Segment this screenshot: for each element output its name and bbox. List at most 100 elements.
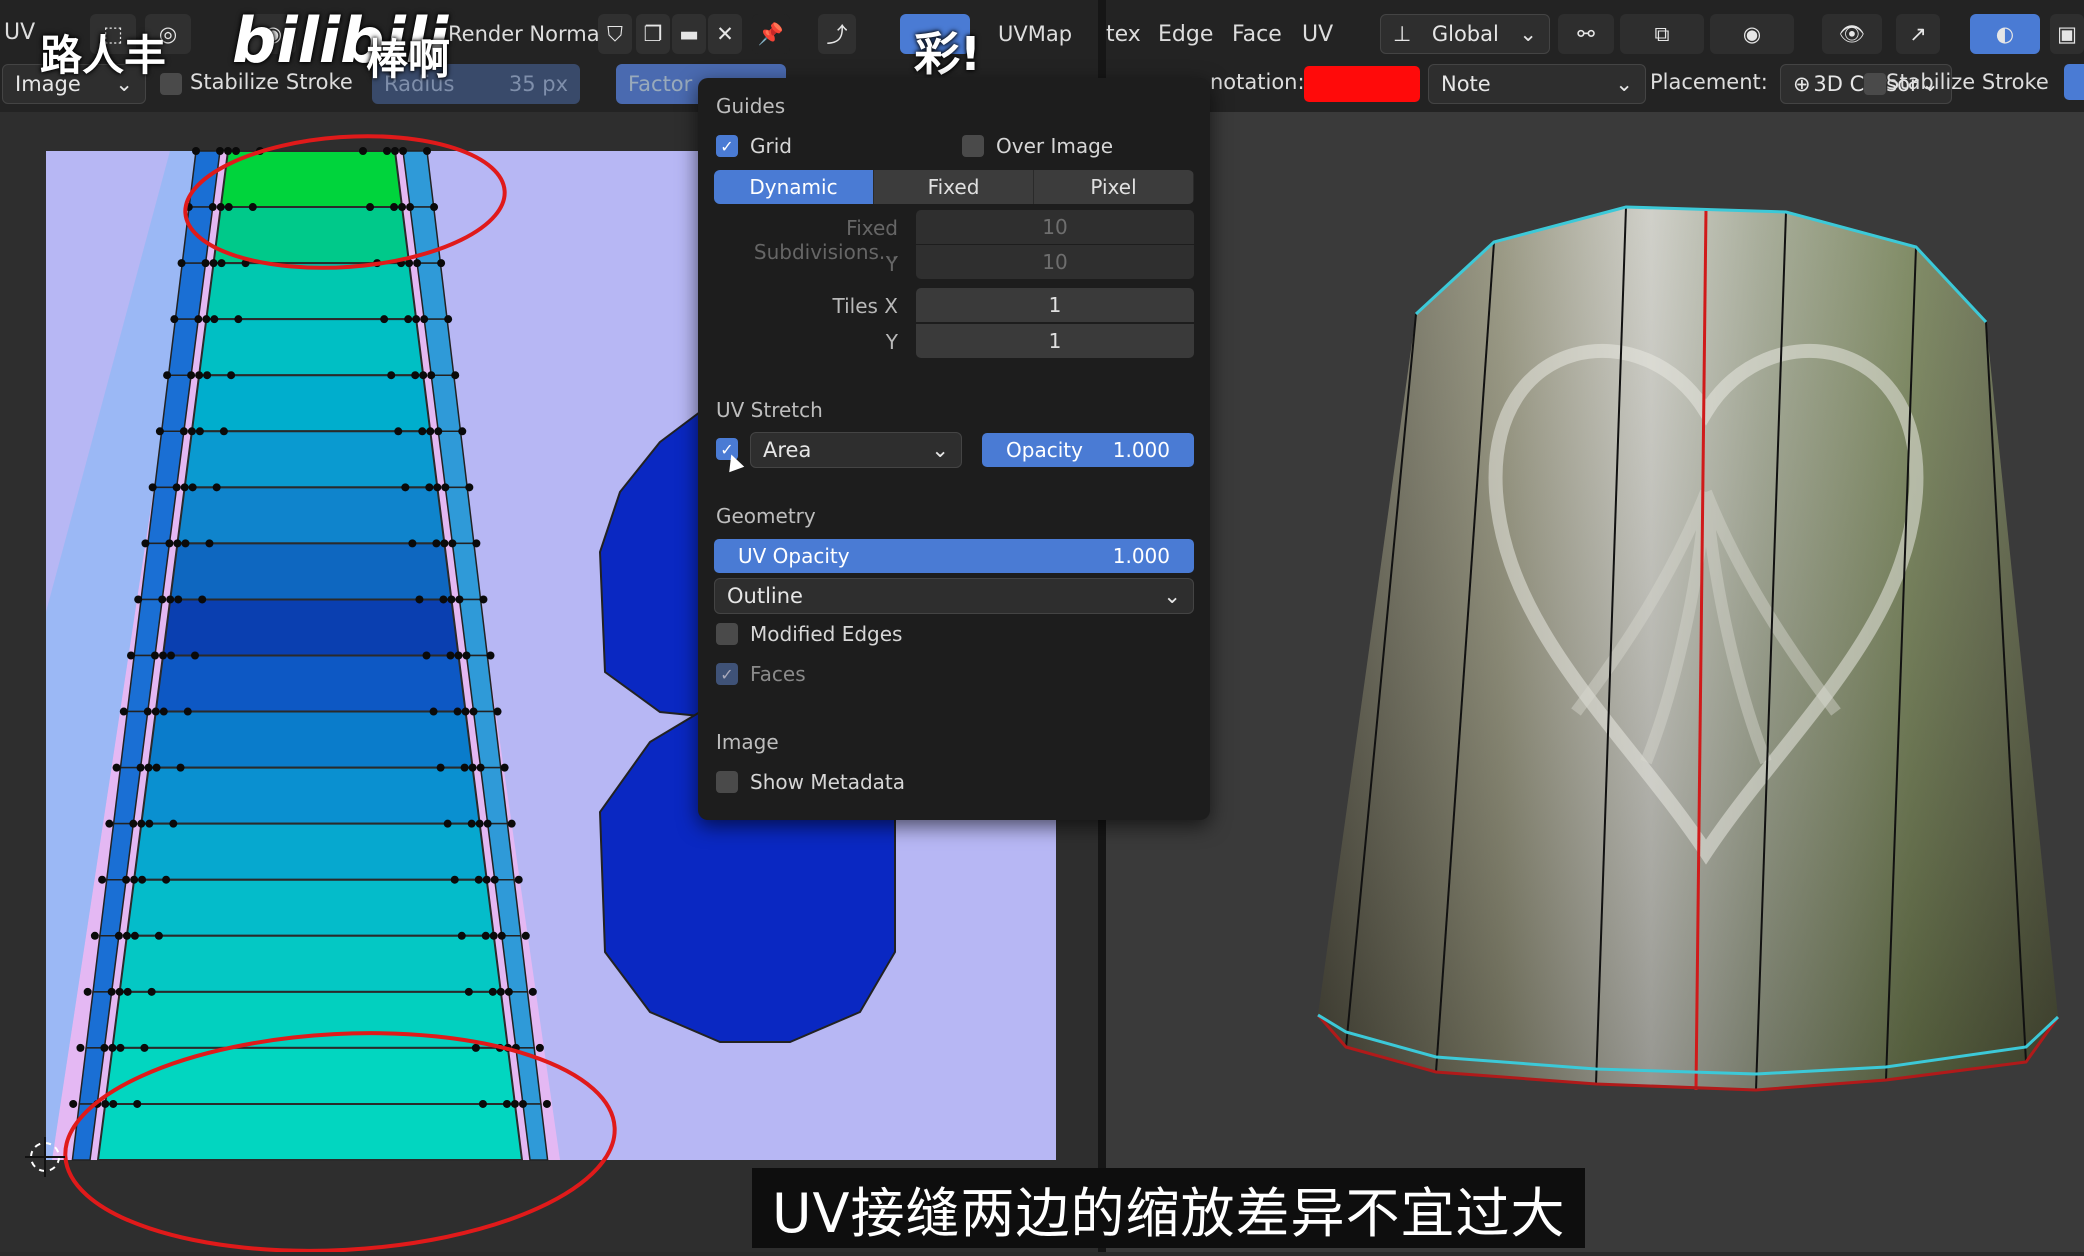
uv-vertex[interactable] (187, 371, 196, 380)
annotation-color-swatch[interactable] (1304, 66, 1420, 102)
uv-vertex[interactable] (418, 427, 427, 436)
uv-vertex[interactable] (394, 427, 403, 436)
uv-vertex[interactable] (426, 427, 435, 436)
uv-vertex[interactable] (413, 259, 422, 268)
uv-vertex[interactable] (510, 1099, 519, 1108)
uv-vertex[interactable] (203, 371, 212, 380)
uv-vertex[interactable] (469, 707, 478, 716)
uv-vertex[interactable] (147, 987, 156, 996)
uv-vertex[interactable] (478, 1099, 487, 1108)
tiles-x-field[interactable]: 1 (916, 288, 1194, 322)
uv-vertex[interactable] (107, 987, 116, 996)
faces-checkbox[interactable]: ✓ (716, 663, 738, 685)
uv-vertex[interactable] (123, 987, 132, 996)
uv-vertex[interactable] (412, 315, 421, 324)
uv-vertex[interactable] (224, 203, 233, 212)
uv-vertex[interactable] (194, 315, 203, 324)
uv-vertex[interactable] (180, 483, 189, 492)
uv-vertex[interactable] (461, 707, 470, 716)
uvmap-label[interactable]: UVMap (998, 22, 1072, 46)
uv-vertex[interactable] (137, 819, 146, 828)
uv-vertex[interactable] (359, 147, 367, 155)
uv-vertex[interactable] (482, 875, 491, 884)
uv-vertex[interactable] (481, 931, 490, 940)
uv-vertex[interactable] (145, 819, 154, 828)
uv-vertex[interactable] (76, 1043, 85, 1052)
uv-vertex[interactable] (195, 371, 204, 380)
faces-option[interactable]: ✓ Faces (716, 662, 806, 686)
uv-vertex[interactable] (151, 651, 159, 660)
uv-vertex[interactable] (119, 707, 128, 716)
uv-vertex[interactable] (528, 987, 537, 996)
3d-viewport[interactable] (1106, 112, 2084, 1252)
uv-vertex[interactable] (159, 707, 168, 716)
gizmo-icon[interactable]: ↗ (1896, 14, 1940, 54)
uv-vertex[interactable] (462, 651, 471, 660)
uv-vertex[interactable] (447, 595, 456, 604)
uv-sync-icon[interactable]: ⤴ (818, 14, 856, 54)
uv-opacity-slider[interactable]: UV Opacity 1.000 (714, 539, 1194, 573)
uv-vertex[interactable] (122, 931, 131, 940)
grid-checkbox[interactable]: ✓ (716, 135, 738, 157)
uv-vertex[interactable] (521, 931, 530, 940)
uv-vertex[interactable] (476, 763, 485, 772)
uv-vertex[interactable] (399, 147, 407, 155)
uv-vertex[interactable] (216, 203, 225, 212)
uv-vertex[interactable] (483, 819, 492, 828)
uv-vertex[interactable] (475, 819, 484, 828)
uv-vertex[interactable] (406, 203, 415, 212)
uv-vertex[interactable] (383, 147, 391, 155)
uv-vertex[interactable] (101, 1099, 110, 1108)
proportional-editing-icon[interactable]: ◉ (1710, 14, 1794, 54)
uv-vertex[interactable] (148, 483, 157, 492)
uv-vertex[interactable] (114, 931, 123, 940)
visibility-icon[interactable]: 👁 (1822, 14, 1882, 54)
uv-vertex[interactable] (198, 595, 207, 604)
uv-vertex[interactable] (140, 1043, 149, 1052)
uv-vertex[interactable] (227, 371, 236, 380)
uv-vertex[interactable] (116, 1043, 125, 1052)
close-icon[interactable]: ✕ (708, 14, 742, 54)
uv-vertex[interactable] (202, 315, 211, 324)
uv-vertex[interactable] (191, 651, 199, 660)
over-image-option[interactable]: Over Image (962, 134, 1113, 158)
uv-vertex[interactable] (201, 259, 210, 268)
uv-vertex[interactable] (489, 931, 498, 940)
uv-vertex[interactable] (174, 595, 183, 604)
stretch-opacity-slider[interactable]: Opacity 1.000 (982, 433, 1194, 467)
uv-vertex[interactable] (542, 1099, 551, 1108)
uv-vertex[interactable] (136, 763, 145, 772)
uv-vertex[interactable] (458, 427, 467, 436)
uv-vertex[interactable] (425, 483, 434, 492)
uv-vertex[interactable] (493, 707, 502, 716)
uv-vertex[interactable] (437, 259, 446, 268)
uv-vertex[interactable] (158, 595, 167, 604)
uv-vertex[interactable] (177, 259, 186, 268)
show-metadata-checkbox[interactable] (716, 771, 738, 793)
uv-vertex[interactable] (176, 763, 185, 772)
uv-vertex[interactable] (69, 1099, 78, 1108)
grid-mode-pixel[interactable]: Pixel (1034, 170, 1194, 204)
uv-vertex[interactable] (434, 427, 443, 436)
uv-vertex[interactable] (450, 875, 459, 884)
uv-vertex[interactable] (387, 371, 396, 380)
uv-vertex[interactable] (151, 707, 160, 716)
uv-vertex[interactable] (454, 651, 463, 660)
uv-vertex[interactable] (209, 259, 218, 268)
header-tab[interactable] (2064, 64, 2084, 100)
snap-icon[interactable]: ⧉ (1620, 14, 1704, 54)
uv-vertex[interactable] (474, 875, 483, 884)
uv-vertex[interactable] (448, 539, 457, 548)
uv-vertex[interactable] (457, 931, 466, 940)
uv-vertex[interactable] (471, 1043, 480, 1052)
uv-vertex[interactable] (439, 595, 448, 604)
grid-mode-fixed[interactable]: Fixed (874, 170, 1034, 204)
uv-vertex[interactable] (464, 987, 473, 996)
uv-vertex[interactable] (401, 483, 410, 492)
uv-vertex[interactable] (143, 707, 152, 716)
uv-vertex[interactable] (507, 819, 516, 828)
uv-vertex[interactable] (433, 483, 442, 492)
edge-display-dropdown[interactable]: Outline ⌄ (714, 578, 1194, 614)
uv-vertex[interactable] (144, 763, 153, 772)
uv-vertex[interactable] (165, 539, 174, 548)
